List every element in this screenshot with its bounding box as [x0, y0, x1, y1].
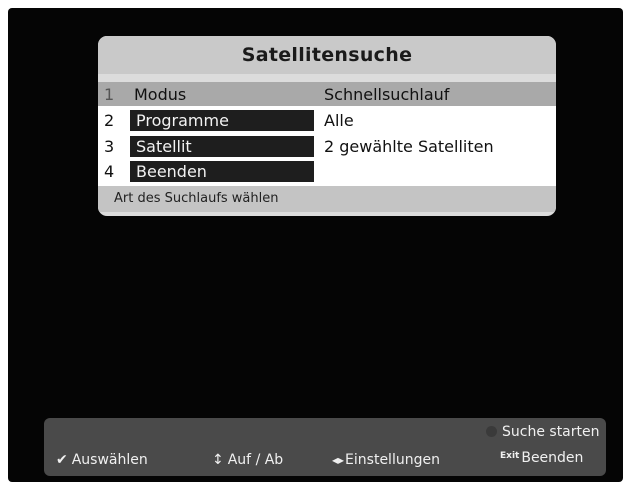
menu-row-mode[interactable]: 1 Modus Schnellsuchlauf — [98, 82, 556, 106]
row-label-satellite: Satellit — [130, 136, 314, 157]
menu-row-satellite[interactable]: 3 Satellit 2 gewählte Satelliten — [98, 134, 556, 160]
settings-label: Einstellungen — [345, 452, 440, 468]
up-down-arrow-icon: ↕ — [212, 452, 224, 468]
start-search-label: Suche starten — [502, 424, 600, 440]
row-number: 4 — [104, 162, 115, 181]
up-down-hint[interactable]: ↕ Auf / Ab — [212, 452, 283, 468]
left-right-arrow-icon: ◂▸ — [332, 453, 345, 467]
satellite-search-menu: Satellitensuche 1 Modus Schnellsuchlauf … — [98, 36, 556, 216]
start-search-hint[interactable]: Suche starten — [486, 424, 600, 440]
row-value-satellite: 2 gewählte Satelliten — [324, 137, 494, 156]
row-value-mode: Schnellsuchlauf — [324, 85, 450, 104]
row-label-exit: Beenden — [130, 161, 314, 182]
settings-hint[interactable]: ◂▸Einstellungen — [332, 452, 440, 468]
help-hint: Art des Suchlaufs wählen — [98, 186, 556, 212]
row-label-mode: Modus — [134, 85, 187, 104]
up-down-label: Auf / Ab — [227, 452, 284, 468]
select-label: Auswählen — [71, 452, 148, 468]
menu-title: Satellitensuche — [98, 36, 556, 74]
row-number: 3 — [104, 137, 115, 156]
menu-row-exit[interactable]: 4 Beenden — [98, 159, 556, 185]
exit-key-icon: Exit — [500, 451, 520, 461]
color-key-icon — [486, 426, 497, 437]
row-value-programs: Alle — [324, 111, 354, 130]
checkmark-icon: ✔ — [56, 452, 68, 468]
exit-hint[interactable]: Exit Beenden — [500, 450, 583, 466]
menu-row-programs[interactable]: 2 Programme Alle — [98, 108, 556, 134]
select-hint[interactable]: ✔ Auswählen — [56, 452, 148, 468]
footer-key-bar: Suche starten ✔ Auswählen ↕ Auf / Ab ◂▸Ein… — [44, 418, 606, 476]
row-label-programs: Programme — [130, 110, 314, 131]
row-number: 2 — [104, 111, 115, 130]
tv-screen: Satellitensuche 1 Modus Schnellsuchlauf … — [8, 8, 623, 482]
exit-label: Beenden — [521, 450, 584, 466]
row-number: 1 — [104, 85, 115, 104]
